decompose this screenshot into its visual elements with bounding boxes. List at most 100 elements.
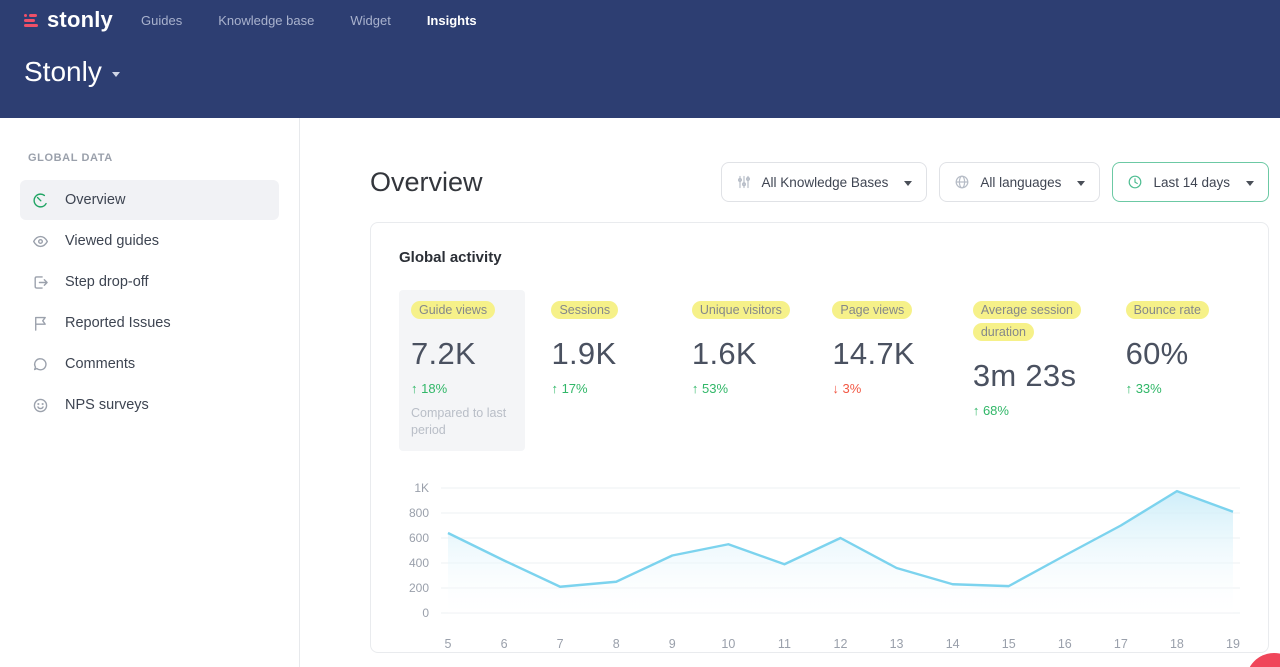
flag-icon	[32, 315, 49, 332]
chart-x-axis: 5678910111213141516171819	[441, 633, 1240, 653]
metric-label: Bounce rate	[1126, 301, 1209, 319]
x-axis-tick-label: 6	[501, 637, 508, 651]
metric-delta: ↓ 3%	[832, 381, 934, 396]
arrow-up-icon: ↑	[692, 381, 699, 396]
metric-guide-views[interactable]: Guide views 7.2K ↑ 18% Compared to last …	[399, 290, 525, 451]
y-axis-tick-label: 0	[422, 606, 429, 620]
x-axis-tick-label: 8	[613, 637, 620, 651]
sidebar: GLOBAL DATA Overview Viewed guides Step …	[0, 118, 300, 667]
main-content: Overview All Knowledge Bases	[300, 118, 1280, 667]
chart-plot-area: 5678910111213141516171819	[441, 475, 1240, 653]
metric-delta: ↑ 18%	[411, 381, 513, 396]
knowledge-bases-filter[interactable]: All Knowledge Bases	[721, 162, 928, 202]
arrow-up-icon: ↑	[551, 381, 558, 396]
languages-filter-value: All languages	[980, 175, 1061, 190]
metric-value: 7.2K	[411, 336, 513, 372]
nav-item-knowledge-base[interactable]: Knowledge base	[218, 13, 314, 28]
x-axis-tick-label: 14	[946, 637, 960, 651]
workspace-name: Stonly	[24, 56, 102, 88]
sidebar-item-label: Step drop-off	[65, 274, 149, 290]
metric-value: 60%	[1126, 336, 1228, 372]
sidebar-item-viewed-guides[interactable]: Viewed guides	[20, 221, 279, 261]
metric-unique-visitors[interactable]: Unique visitors 1.6K ↑ 53%	[680, 290, 806, 451]
metric-label: Guide views	[411, 301, 495, 319]
x-axis-tick-label: 10	[721, 637, 735, 651]
arrow-up-icon: ↑	[973, 403, 980, 418]
step-out-icon	[32, 274, 49, 291]
activity-chart: 02004006008001K 567891011121314151617181…	[399, 475, 1240, 653]
chevron-down-icon	[1077, 181, 1085, 186]
nav-item-insights[interactable]: Insights	[427, 13, 477, 28]
x-axis-tick-label: 17	[1114, 637, 1128, 651]
sidebar-item-label: NPS surveys	[65, 397, 149, 413]
comment-icon	[32, 356, 49, 373]
metric-label: Average session duration	[973, 301, 1081, 341]
x-axis-tick-label: 16	[1058, 637, 1072, 651]
y-axis-tick-label: 200	[409, 581, 429, 595]
workspace-selector[interactable]: Stonly	[0, 40, 144, 88]
metric-compare-note: Compared to last period	[411, 405, 513, 439]
sidebar-item-nps-surveys[interactable]: NPS surveys	[20, 385, 279, 425]
clock-icon	[1127, 174, 1143, 190]
x-axis-tick-label: 13	[890, 637, 904, 651]
sidebar-item-comments[interactable]: Comments	[20, 344, 279, 384]
metric-bounce-rate[interactable]: Bounce rate 60% ↑ 33%	[1114, 290, 1240, 451]
sliders-icon	[736, 174, 752, 190]
x-axis-tick-label: 18	[1170, 637, 1184, 651]
metric-label: Page views	[832, 301, 912, 319]
metric-label: Sessions	[551, 301, 618, 319]
chevron-down-icon	[904, 181, 912, 186]
metric-delta: ↑ 17%	[551, 381, 653, 396]
metric-page-views[interactable]: Page views 14.7K ↓ 3%	[820, 290, 946, 451]
date-range-filter-value: Last 14 days	[1153, 175, 1230, 190]
metric-delta: ↑ 68%	[973, 403, 1088, 418]
metric-delta: ↑ 53%	[692, 381, 794, 396]
smiley-icon	[32, 397, 49, 414]
metric-value: 1.6K	[692, 336, 794, 372]
x-axis-tick-label: 5	[445, 637, 452, 651]
y-axis-tick-label: 1K	[414, 481, 429, 495]
stonly-logo[interactable]: stonly	[24, 9, 113, 31]
sidebar-item-reported-issues[interactable]: Reported Issues	[20, 303, 279, 343]
stonly-logo-icon	[24, 14, 40, 27]
sidebar-item-step-drop-off[interactable]: Step drop-off	[20, 262, 279, 302]
arrow-up-icon: ↑	[1126, 381, 1133, 396]
chevron-down-icon	[1246, 181, 1254, 186]
metrics-row: Guide views 7.2K ↑ 18% Compared to last …	[399, 290, 1240, 451]
app-header: stonly Guides Knowledge base Widget Insi…	[0, 0, 1280, 118]
metric-label: Unique visitors	[692, 301, 790, 319]
sidebar-item-label: Overview	[65, 192, 125, 208]
x-axis-tick-label: 11	[778, 637, 791, 651]
arrow-up-icon: ↑	[411, 381, 418, 396]
eye-icon	[32, 233, 49, 250]
globe-icon	[954, 174, 970, 190]
top-navigation: stonly Guides Knowledge base Widget Insi…	[0, 0, 1280, 40]
sidebar-section-title: GLOBAL DATA	[28, 152, 279, 164]
area-chart	[441, 475, 1240, 625]
y-axis-tick-label: 400	[409, 556, 429, 570]
card-title: Global activity	[399, 249, 1240, 266]
nav-item-widget[interactable]: Widget	[350, 13, 390, 28]
metric-sessions[interactable]: Sessions 1.9K ↑ 17%	[539, 290, 665, 451]
page-title: Overview	[370, 167, 483, 198]
languages-filter[interactable]: All languages	[939, 162, 1100, 202]
x-axis-tick-label: 9	[669, 637, 676, 651]
metric-value: 1.9K	[551, 336, 653, 372]
gauge-icon	[32, 192, 49, 209]
metric-avg-session-duration[interactable]: Average session duration 3m 23s ↑ 68%	[961, 290, 1100, 451]
date-range-filter[interactable]: Last 14 days	[1112, 162, 1269, 202]
sidebar-item-overview[interactable]: Overview	[20, 180, 279, 220]
filters: All Knowledge Bases All languages	[721, 162, 1269, 202]
sidebar-item-label: Viewed guides	[65, 233, 159, 249]
knowledge-bases-filter-value: All Knowledge Bases	[762, 175, 889, 190]
metric-value: 3m 23s	[973, 358, 1088, 394]
nav-item-guides[interactable]: Guides	[141, 13, 182, 28]
x-axis-tick-label: 7	[557, 637, 564, 651]
main-nav: Guides Knowledge base Widget Insights	[141, 13, 477, 28]
arrow-down-icon: ↓	[832, 381, 839, 396]
global-activity-card: Global activity Guide views 7.2K ↑ 18% C…	[370, 222, 1269, 653]
sidebar-item-label: Reported Issues	[65, 315, 171, 331]
y-axis-tick-label: 800	[409, 506, 429, 520]
x-axis-tick-label: 12	[834, 637, 848, 651]
x-axis-tick-label: 15	[1002, 637, 1016, 651]
